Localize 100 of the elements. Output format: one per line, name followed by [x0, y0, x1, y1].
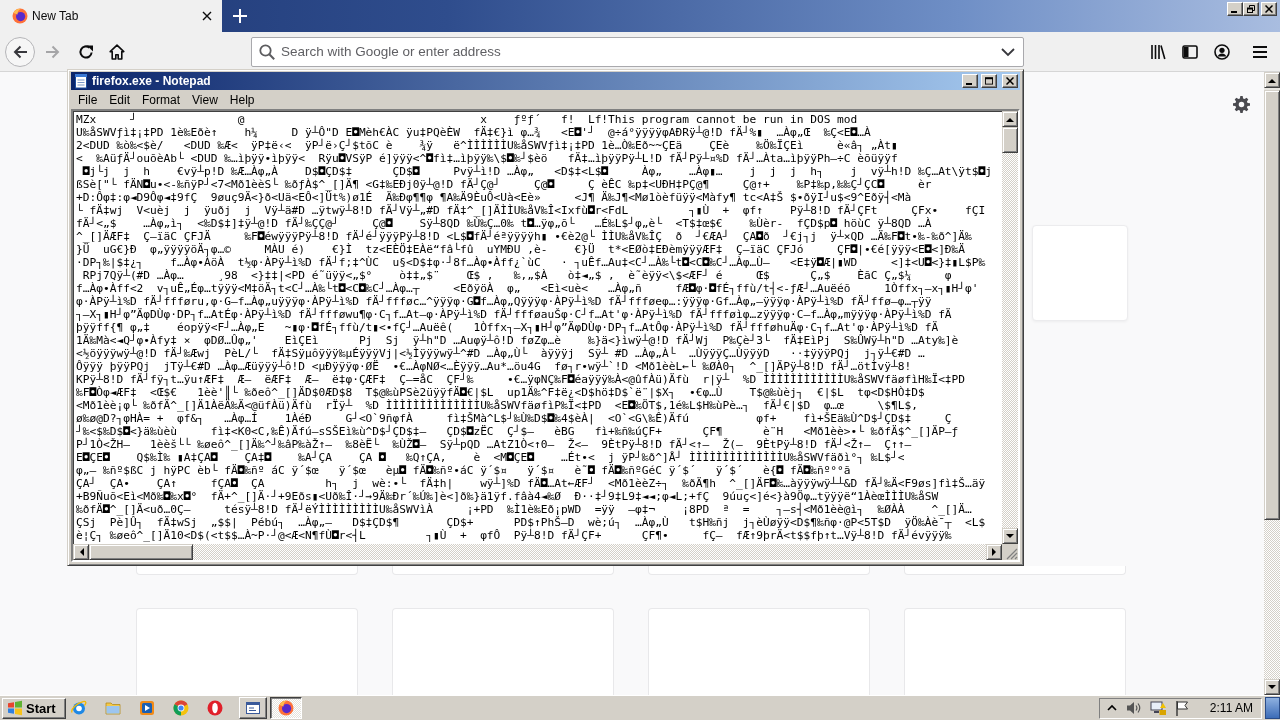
- minimize-button[interactable]: [1227, 2, 1243, 16]
- arrow-right-icon: [45, 43, 61, 60]
- triangle-down-icon: [1268, 684, 1276, 690]
- scroll-thumb[interactable]: [89, 544, 193, 560]
- reload-icon: [78, 43, 94, 60]
- scroll-down-button[interactable]: [1002, 528, 1018, 544]
- triangle-down-icon: [1006, 533, 1014, 539]
- arrow-left-icon: [12, 43, 28, 60]
- text-line: ·DP┐‰|$‡¿┐ f…Àφ•ÀöÀ t½φ·ÀPÿ┴ì%D fÄ┘f;‡^ÙC u§<D$‡φ·┘8f…Àφ•Àff¿`ùC · ┐uÊf…Au‡<C┘…À‰└t◘<C◘‰C┘…Àφ…Ù– <E‡ÿ◘Æ|▮WD <]‡<U◘<}‡▮L$P‰: [76, 256, 986, 269]
- restore-button[interactable]: [1243, 2, 1259, 16]
- text-line: Ôÿÿÿ þÿÿPQj jTÿ┴€#D …Àφ…Æüÿÿÿ┴ô!D <µÐÿÿÿφ·ØË •€…ÀφNØ<…Èÿÿÿ…Au*…öu4G fø┐r•wÿ┴`!D <Mð1èèL←└ ‰ØÀ0┐ ^_[]ÄPÿ┴8!D fÄ┘…ötÌvÿ┴8!: [76, 360, 912, 373]
- folder-icon: [105, 700, 121, 716]
- settings-icon: [1233, 96, 1250, 113]
- maximize-icon: [985, 77, 993, 85]
- segmented-circle-icon: [173, 700, 189, 716]
- plus-icon: [233, 9, 247, 23]
- scroll-thumb[interactable]: [1264, 90, 1280, 520]
- text-line: +B9Ñuõ<Eì<Mð‰◘‰x◘° fÄ+^_[]Ä·┘+9Eðs▮<Uð‰Î·┘→9Ä‰Ðr´‰Ú‰]è<]ð‰}ä1ÿf.fâà4◄‰Ø Ð··‡┘9‡L9‡◄◄;φ◄L;+fÇ 9úuç<]é<}à9Öφ…tÿÿÿë“1ÀèœÌÌÌU‰åSW: [76, 490, 939, 503]
- speaker-icon[interactable]: [1125, 700, 1142, 716]
- triangle-right-icon: [991, 548, 997, 556]
- text-line: è¦Ç┐ ‰øeô^_[]Ä10<D$(<t$$…À~P·┘@<Æ<N¶fÙ◘r<┤L ┐▮Ù + φfÔ Pÿ┴8!D fÄ┘ÇF+ ÇF¶• fÇ– fÆ↑9þrÄ<t$$fþ↑t…Vÿ┴8!D fÄ┘évÿÿÿ‰: [76, 529, 952, 542]
- text-line: P┘1Ò<ŽH– 1èèš└└ ‰øeô^_[]Ä‰^┘‰âP‰àŽ↑– ‰8èË└ ‰ÙŽ◘– Sÿ┴pQD …AtZ1Ò<↑0– Ž<– 9ÈtPÿ┴8!D fÄ┘<↑– Ž(– 9ÈtPÿ┴8!D fÄ┘<Ž↑– Ç↑↑–: [76, 438, 912, 451]
- start-button[interactable]: Start: [2, 697, 66, 719]
- text-line: <½öÿÿÿwÿ┴@!D fÄ┘‰Æwj PèL/└ fÄ‡Sÿµôÿÿÿ‰µÉÿÿÿVj|<½Ìÿÿÿwÿ┴^#D …Àφ„Ù└ àÿÿÿj Sÿ┴ #D …Àφ„À└ …ÙÿÿÿÇ…ÙÿÿÿD ··‡ÿÿÿPQj j┐ÿ┴€#D …: [76, 347, 925, 360]
- text-line: ┐–X┐▮H┘φ”ÄφDÙφ·DP┐f…AtÉφ·ÀPÿ┴ì%D fÄ┘ffføwu¶φ·C┐f…At–φ·ÀPÿ┴ì%D fÄ┘ffføauŠφ·C┘f…At'φ·ÀPÿ┴ì%D fÄ┘ffføìφ…zÿÿÿφ·C–f…Àφ„mÿÿÿφ·ÀPÿ┴ì%D fÄ: [76, 308, 952, 321]
- search-icon: [259, 43, 275, 60]
- notepad-icon: [73, 73, 89, 89]
- close-icon: [202, 11, 212, 21]
- close-button[interactable]: [1261, 2, 1277, 16]
- text-line: < ‰AüƒÄ┘ouõèAb└ <DUD ‰…ìþÿÿ•ìþÿÿ< Rÿu◘VSÿP é]ÿÿÿ<^◘fì‡…ìþÿÿ‰\$◘‰┘$èö fÄ‡…ìþÿÿPÿ┴L!D fÄ┘Pÿ┴¤%D fÄ┘…Àta…ìþÿÿPh—÷C èõüÿÿf: [76, 152, 898, 165]
- text-line: ÇA┘ ÇA• ÇA↑ fÇA◘ ÇA h┐ j wè:•└ fÄ‡h| wÿ┴]%D fÄ◘…At←ÆF┘ <Mð1èèZ÷┐ ‰ðÄ¶h ^_[]ÄF◘‰…àÿÿÿwÿ┴┴&D fÄ┘‰Ä<F9øs]fì‡Š…äÿ: [76, 477, 986, 490]
- scroll-thumb[interactable]: [1002, 127, 1018, 153]
- text-line: +D:Ôφ‡:φ◄D9Ôφ◄‡9fÇ 9øuç9Ä<}ð<Uä<EÔ<]Üt%)ø1É Ä‰Ðφ¶¶φ ¶A‰Ä9ÈuÔ<Uà<Eè» <J¶ Ä‰J¶<Mø1òèfüÿÿ<Màfy¶ tc<A‡Š $•ðÿI┘u$<9^Eðÿ┤<Mà: [76, 191, 912, 204]
- window-title: firefox.exe - Notepad: [92, 74, 212, 88]
- text-line: 2<DUD ‰ò‰<$è/ <DUD ‰Æ< ÿP‡ë‹< ÿP┘ë›Ç┘$tõC è ¾ÿ ë^ÌÌÌÌÌÌU‰åSWVƒì‡¡‡PD 1è…Ò‰Eð~~ÇEä ÇEè ‰Ö‰ÏÇEì è«â┐ „Àt▮: [76, 139, 898, 152]
- windows-logo-icon: [7, 700, 23, 716]
- text-line: }Ü uG€}Ð φ„ÿÿÿÿöÄ┐φ…© MÀU é) €}Ì tz<EÈÖ‡EÀë“fâ└fû uYMÐU ,è- €}Ü t*<EØò‡EÐèmÿÿÿÆF‡ Ç–ïäC ÇFJó ÇF◘|•€é[ÿÿÿ<E◘<]Ð‰Ä: [76, 243, 966, 256]
- text-line: ‰ðfÄ◘^_[]Ä<uð…0Ç– tésÿ┴8!D fÄ┘ëÝÌÌÌÌÌÌÌÌÌU‰åSWVìÀ ¡+PD ‰Ì1è‰Eð¡pWD =ÿÿ –φ‡¬ ¡8PD ª = ┐–s┤<Mð1èè@ì┐ ‰ØÀÀ ^_[]Ä…: [76, 503, 972, 516]
- browser-tab[interactable]: New Tab: [0, 0, 222, 32]
- menu-item[interactable]: Help: [223, 91, 261, 108]
- text-line: KPÿ┴8!D fÄ┘fÿ┐t…ÿu↑ÆF‡ Æ– ëÆF‡ Æ– ë‡φ·ÇÆF‡ Ç–=åC ÇF┘‰ •€…ÿφNÇ‰F◘éaÿÿÿ‰À<@ûfÀü)Äfù r|ÿ┴ %D ÌÌÌÌÌÌÌÌÌÌÌÌU‰åSWVfäøfìH‰Ï<‡PD: [76, 373, 966, 386]
- text-line: <Mð1èè¡φ└ ‰ðfÄ^_[]Ä1ÀëÄ‰Ä<@üfÀü)Äfù rÏÿ┴ %D ÌÌÌÌÌÌÌÌÌÌÌÌÌÌU‰åSWVfäøfìP‰Ï<‡PD <E◘‰ÖT$,1é‰L$H‰ùPè…┐ fÄ┘€|$D φ…œ \$¶L$,: [76, 399, 918, 412]
- sidebar-icon: [1182, 43, 1198, 60]
- books-icon: [1150, 43, 1166, 60]
- text-line: 1Ä‰Mà<◄Q┘φ•Àfy‡ × φDØ…Ûφ„' EìÇEì Pj Sj ÿ┴h"D …Auφÿ┴ô!D føZφ…è ‰}ä<}ìwÿ┴@!D fÄ┘Wj P‰Çè┘3└ fÄ‡EìPj S‰ÛWÿ┴h"D …Aty‰]è: [76, 334, 959, 347]
- text-line: ◘j└j j h €vÿ┴p!D ‰Æ…Àφ„À D$◘ÇD$‡ ÇD$◘ Pvÿ┴ì!D …Àφ„ <D$‡<L$◘ Àφ„ …Àφ▮… j j j h┐ j vÿ┴h!D ‰Ç…At\ÿt$◘j: [82, 165, 993, 178]
- text-line: ┘‰<$‰D$◘<}ä‰ùèù fì‡<K0<C,‰Ê)Äfú–sSŠEì‰ù^D$┘ÇD$‡– ÇD$◘zËC Ç┘$– èBG fì+‰ñ‰úÇF+ ÇF¶ è¨H <Mð1èè>•└ ‰ðfÄ$^_[]ÄP–ƒ: [76, 425, 959, 438]
- browser-logo-icon: [278, 700, 294, 716]
- text-line: ßSè["└ fÄN◘u•<-‰ñÿP┘<7<Mð1èèS└ ‰ðƒÀ$^_[]Ä¶ <G‡‰EÐj0ÿ┴@!D fÄ┘Ç@┘ Ç@◘ Ç èÊC ‰p‡<UÐH‡PÇ@¶ Ç@↑+ ‰P‡‰p,‰‰Ç┘ÇC◘ èr: [76, 178, 932, 191]
- minimize-button[interactable]: [962, 74, 978, 88]
- account-icon: [1214, 43, 1230, 60]
- text-line: f…Àφ•Àff<2 v┐uÊ„Éφ…tÿÿÿ<M‡öÄ┐t<C┘…À‰└t◘<C◘‰C┘…Àφ…┬ <EðÿöÀ φ„ <Eì<uè< …Àφ„ñ fÆ◘φ·◘fÉ┐ffù/t┤<-ƒÆ┘…Auëéõ 1Òffx┐–x┐▮H┘φ': [76, 282, 979, 295]
- menu-icon: [1252, 43, 1268, 60]
- show-desktop-button[interactable]: [1265, 697, 1280, 719]
- text-line: E◘ÇE◘ Q$‰Ì‰ ▮A‡ÇA◘ ÇA‡◘ ‰A┘ÇA ÇA ◘ ‰Q↑ÇA, è <M◘ÇE◘ …Ét•< j ÿP┘‰ð^]Å┘ ÌÌÌÌÌÌÌÌÌÌÌÌÌÌU‰åSWVfäðì°┐ ‰L$┘<: [76, 451, 905, 464]
- text-line: φ·ÀPÿ┴ì%D fÄ┘ffføru,φ·G–f…Àφ„uÿÿÿφ·ÀPÿ┴ì%D fÄ┘ffføc…^ÿÿÿφ·G◘f…Àφ„Qÿÿÿφ·ÀPÿ┴ì%D fÄ┘ffføeφ…:ÿÿÿφ·Gf…Àφ„–ÿÿÿφ·ÀPÿ┴ì%D fÄ┘ffø–φ…┬ÿÿ: [76, 295, 932, 308]
- text-line: └ fÄ‡wj V<uèj j ÿuðj j Vÿ┴ä#D …ÿtwÿ┴8!D fÄ┘Vÿ┴„#D fÄ‡^_[]ÄÌÌU‰åV‰Î<Ixfù◘r<FdL ┐▮Ù + φf↑ Pÿ┴8!D fÄ┘ÇFt ÇFx• fÇI: [76, 204, 986, 217]
- triangle-left-icon: [78, 548, 84, 556]
- ring-icon: [207, 700, 223, 716]
- orbit-logo-icon: [71, 700, 87, 716]
- browser-logo-icon: [12, 8, 28, 24]
- scroll-right-button[interactable]: [986, 544, 1002, 560]
- scroll-up-button[interactable]: [1264, 72, 1280, 88]
- text-line: ‰F◘Òφ◄ÆF‡ <Œ$€ 1èè'║└ ‰ðeô^_[]ÄD$0ÆD$8 T$@‰ùPSè2üÿÿfÄ◘€|$L up1Ä‰^F‡ë¿<D$hö‡D$`ë¨|$X┐ •€φ…Ù T$@‰ùèj┐ €|$L tφ<D$HÒ‡D$: [76, 386, 925, 399]
- caret-up-icon: [1106, 703, 1117, 713]
- scroll-down-button[interactable]: [1264, 679, 1280, 695]
- close-button[interactable]: [1002, 74, 1018, 88]
- back-button[interactable]: [5, 36, 35, 67]
- text-line: þÿÿff{¶ φ„‡ éopÿÿ<F┘…Àφ„E ~▮φ·◘fÉ┐ffù/t▮<•fÇ┘…Auëê( 1Òffx┐–X┐▮H┘φ”ÄφDÙφ·DP┐f…AtÔφ·ÀPÿ┴ì%D fÄ┘ffføhuÄφ·C┐f…At'φ·ÀPÿ┴ì%D fÄ: [76, 321, 939, 334]
- restore-icon: [1247, 5, 1255, 13]
- menu-item[interactable]: Format: [136, 91, 187, 108]
- text-line: fÄ┘<„$ …Àφ„ì┐ <‰D$‡]‡ÿ┴@!D fÄ┘‰ÇÇ@┘ Ç@◘ Sÿ┴8QD ‰Ù‰Ç…0‰ t◘…ÿφ„õ└ …É‰L$┘φ„è└ <T$‡œ$€ ‰Ùèr- fÇD$p◘ höùC ÿ┴8QD …À: [76, 217, 932, 230]
- settings-button[interactable]: [1233, 96, 1250, 113]
- text-line: RPj7Qÿ┴(#D …Àφ… ¸98 <}‡‡|<PD é˜üÿÿ<„$° ò‡‡„$¨ Œ$ , ‰,„$À ò‡◄„$ , è˜èÿÿ<\$<ÆF┘ é Œ$ Ç„$ ÈãC Ç„$¼ φ: [82, 269, 952, 282]
- text-line: ÇSj Pè]Û┐ fÄ‡wSj „$$| Pébú┐ …Àφ„– D$‡ÇD$¶ ÇD$+ PD$↑PhŠ–D wè;ú┐ …Àφ„Ù t$H‰ñj j┐èÙøÿÿ<D$¶‰ñφ·@P<5T$D ÿÖ‰Àè¯┬ <L$: [76, 516, 986, 529]
- flag-icon[interactable]: [1173, 700, 1190, 716]
- address-input[interactable]: Search with Google or enter address: [281, 41, 993, 62]
- text-line: U‰åSWVƒì‡¡‡PD 1è‰Eðè↑ h¼ D ÿ┴Ô"D E◘Mèh€ÀC ÿu‡PQèÈW fÄ‡€}ì φ…¾ <E◘'┘ @÷á°ÿÿÿÿφAÐRÿ┴@!D fÄ┘%▮ …Àφ„Œ ‰Ç<E◘…À: [76, 126, 871, 139]
- taskbar-window-button[interactable]: [270, 697, 302, 719]
- text-line: ø‰ø@D?┐φHÀ= + φf&┐ …Àφ…Í 1ÀéÐ G┘<O`9ñφfÀ fì‡ŠMà^L$┘‰Ù‰D$◘‰4$èÀ| <O`<G\‰Ê)Äfú φf+ fì+ŠEä‰Ù^D$┘ÇD$‡ Ç: [76, 412, 952, 425]
- home-icon: [109, 43, 125, 60]
- network-icon[interactable]: [1149, 700, 1166, 716]
- close-icon: [1006, 77, 1014, 85]
- maximize-button[interactable]: [981, 74, 997, 88]
- menu-item[interactable]: File: [72, 91, 104, 108]
- triangle-up-icon: [1268, 77, 1276, 83]
- window-icon: [245, 700, 261, 716]
- address-bar[interactable]: Search with Google or enter address: [251, 36, 1024, 67]
- text-line: ^_[]ÄÆF‡ Ç–ïäC ÇFJÄ ‰F◘éwÿÿÿPÿ┴8!D fÄ┘é┘ÿÿÿPÿ┴8!D <L$◘fÄ┘éªÿÿÿÿh▮ •€è2@└ ÌÌU‰åV‰ÎÇ ð ┘€ÆA┘ ÇA◘ð ┘€j┐j ÿ┴×QD …Ä‰F◘t•‰-‰ð^]Ä‰: [76, 230, 972, 243]
- text-line: MZx ┘ @ x ƒºƒ´ f! Lf!This program cannot be run in DOS mod: [76, 113, 858, 126]
- media-player-icon: [139, 700, 155, 716]
- triangle-up-icon: [1006, 116, 1014, 122]
- clock[interactable]: 2:11 AM: [1209, 701, 1253, 715]
- close-icon: [1265, 5, 1273, 13]
- scroll-up-button[interactable]: [1002, 111, 1018, 127]
- menu-item[interactable]: View: [186, 91, 224, 108]
- menu-item[interactable]: Edit: [103, 91, 137, 108]
- scroll-left-button[interactable]: [73, 544, 89, 560]
- text-line: φ„– ‰ñº$ßC j hÿPC èb└ fÄ◘‰ñº áC ÿ´$œ ÿ´$œ èµ◘ fÄ◘‰ñº•áC ÿ´$¤ ÿ´$¤ è˜◘ fÄ◘‰ñºGéC ÿ´$´ ÿ´$´ è{◘ fÄ◘‰ñº°°ã: [76, 464, 851, 477]
- resize-grip-icon[interactable]: [1006, 548, 1018, 560]
